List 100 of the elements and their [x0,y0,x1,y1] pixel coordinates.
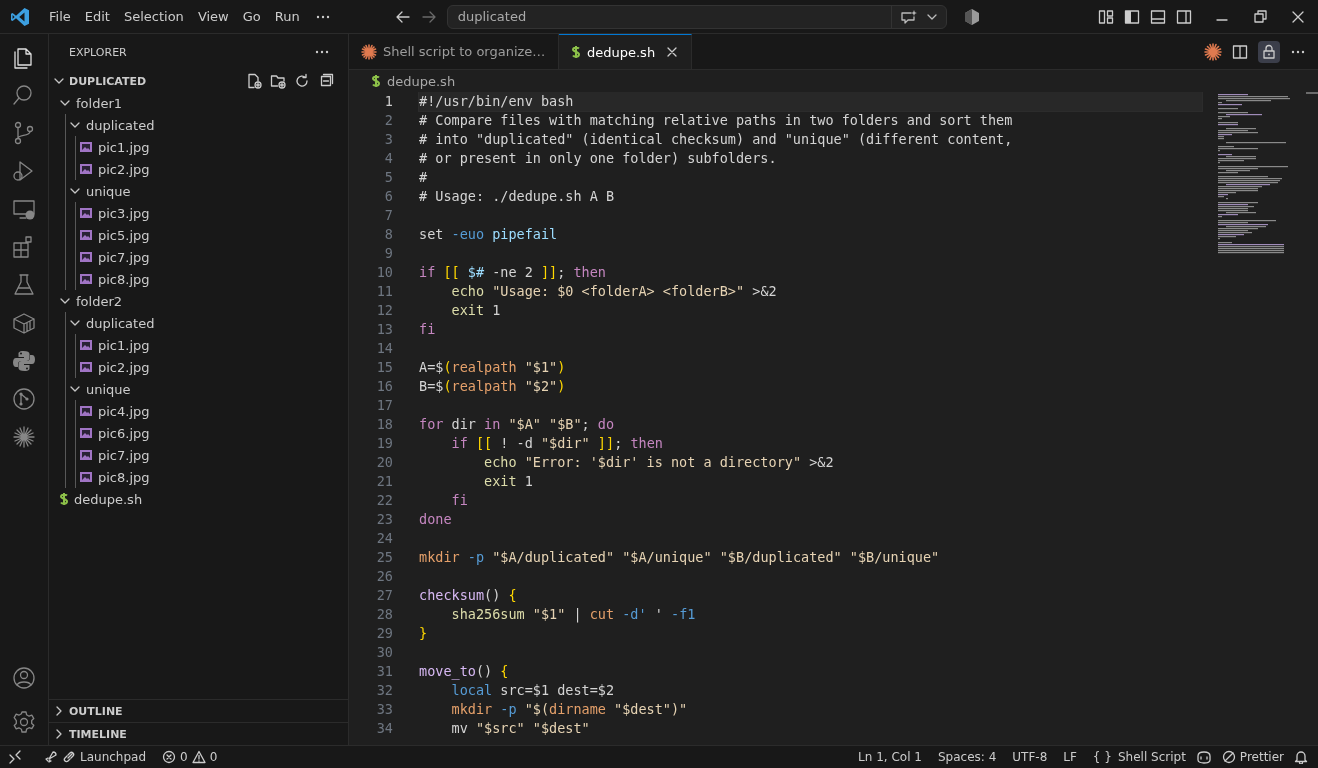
search-field[interactable]: duplicated [446,4,947,29]
tree-item[interactable]: unique [49,378,348,400]
breadcrumb-item[interactable]: dedupe.sh [387,73,456,89]
code-line: #!/usr/bin/env bash [419,93,574,109]
indentation[interactable]: Spaces: 4 [931,750,1003,764]
tree-item[interactable]: pic3.jpg [49,202,348,224]
launchpad-button[interactable]: Launchpad [38,750,153,764]
code-line: # Compare files with matching relative paths in two folders and sort them [419,112,1013,128]
settings-icon[interactable] [11,709,37,735]
tree-item[interactable]: folder1 [49,92,348,114]
secondary-sidebar-icon[interactable] [1176,8,1192,25]
line-number: 12 [375,301,393,320]
line-ending[interactable]: LF [1057,750,1083,764]
bell-icon[interactable] [1294,750,1308,764]
remote-icon[interactable] [8,750,22,764]
line-number: 30 [375,643,393,662]
tree-item[interactable]: pic1.jpg [49,136,348,158]
code-line: echo "Error: '$dir' is not a directory" >&2 [483,454,834,470]
primary-sidebar-icon[interactable] [1124,8,1140,25]
menu-item[interactable]: Run [267,9,307,24]
code-line: if [[ ! -d "$dir" ]]; then [450,435,663,451]
tree-item[interactable]: duplicated [49,312,348,334]
line-number: 3 [383,130,393,149]
menu-item[interactable]: Selection [116,9,191,24]
rocket-icon [44,750,58,764]
image-file-icon [79,360,93,374]
shell-file-icon [571,45,581,59]
tree-item[interactable]: pic6.jpg [49,422,348,444]
tree-item[interactable]: folder2 [49,290,348,312]
code-line: fi [450,492,468,508]
image-file-icon [79,162,93,176]
tree-item[interactable]: pic5.jpg [49,224,348,246]
tree-item[interactable]: duplicated [49,114,348,136]
refresh-icon[interactable] [294,73,310,89]
line-number: 24 [375,529,393,548]
warning-icon [191,750,206,764]
image-file-icon [79,448,93,462]
copilot-icon[interactable] [1195,750,1212,764]
split-editor-icon[interactable] [1232,43,1248,60]
tree-item[interactable]: pic2.jpg [49,158,348,180]
image-file-icon [79,470,93,484]
python-icon[interactable] [11,348,37,374]
layout-icon[interactable] [1098,8,1114,25]
language-mode[interactable]: { } Shell Script [1086,750,1192,764]
line-number: 13 [375,320,393,339]
line-number: 9 [383,244,393,263]
new-file-icon[interactable] [246,73,262,89]
tree-item[interactable]: pic8.jpg [49,268,348,290]
asterisk-icon [361,43,377,60]
editor-tab[interactable]: dedupe.sh [559,34,693,69]
tree-item[interactable]: pic8.jpg [49,466,348,488]
tree-item[interactable]: dedupe.sh [49,488,348,510]
account-icon[interactable] [11,665,37,691]
line-number: 16 [375,377,393,396]
tree-item[interactable]: unique [49,180,348,202]
menu-item[interactable]: Edit [77,9,117,24]
link-icon [62,750,76,764]
asterisk-icon[interactable] [11,424,37,450]
code-line: mkdir -p "$(dirname "$dest")" [450,701,688,717]
git-graph-icon[interactable] [11,386,37,412]
scrollbar-thumb[interactable] [1306,92,1318,94]
line-number: 18 [375,415,393,434]
line-number: 7 [383,206,393,225]
line-number: 27 [375,586,393,605]
code-line: exit 1 [483,473,533,489]
tree-item[interactable]: pic4.jpg [49,400,348,422]
tree-item[interactable]: pic7.jpg [49,444,348,466]
tree-item[interactable]: pic2.jpg [49,356,348,378]
encoding[interactable]: UTF-8 [1006,750,1054,764]
prettier-button[interactable]: Prettier [1215,750,1290,764]
cursor-position[interactable]: Ln 1, Col 1 [852,750,928,764]
hexagon-icon[interactable] [962,7,981,26]
line-number: 32 [375,681,393,700]
image-file-icon [79,338,93,352]
chat-sparkle-icon[interactable] [899,8,918,25]
code-line: move_to() { [419,663,509,679]
code-line: local src=$1 dest=$2 [450,682,615,698]
code-line: mv "$src" "$dest" [450,720,590,736]
tree-item[interactable]: pic1.jpg [49,334,348,356]
asterisk-icon[interactable] [1204,42,1222,61]
line-number: 17 [375,396,393,415]
menu-item[interactable]: Go [235,9,268,24]
code-line: # or present in only one folder) subfolders. [419,150,777,166]
menu-item[interactable]: File [42,9,78,24]
collapse-all-icon[interactable] [318,73,334,89]
restore-icon[interactable] [1252,8,1268,25]
line-number: 33 [375,700,393,719]
section-header[interactable]: DUPLICATED [49,70,348,92]
section-header[interactable]: OUTLINE [49,699,348,722]
vscode-logo-icon[interactable] [10,6,30,27]
line-number: 20 [375,453,393,472]
problems-button[interactable]: 0 0 [156,750,224,764]
tree-item[interactable]: pic7.jpg [49,246,348,268]
image-file-icon [79,250,93,264]
code-line: set -euo pipefail [419,226,558,242]
lock-icon[interactable] [1258,40,1280,63]
line-number: 2 [383,111,393,130]
new-folder-icon[interactable] [270,73,286,89]
panel-icon[interactable] [1150,8,1166,25]
menu-item[interactable]: View [190,9,236,24]
